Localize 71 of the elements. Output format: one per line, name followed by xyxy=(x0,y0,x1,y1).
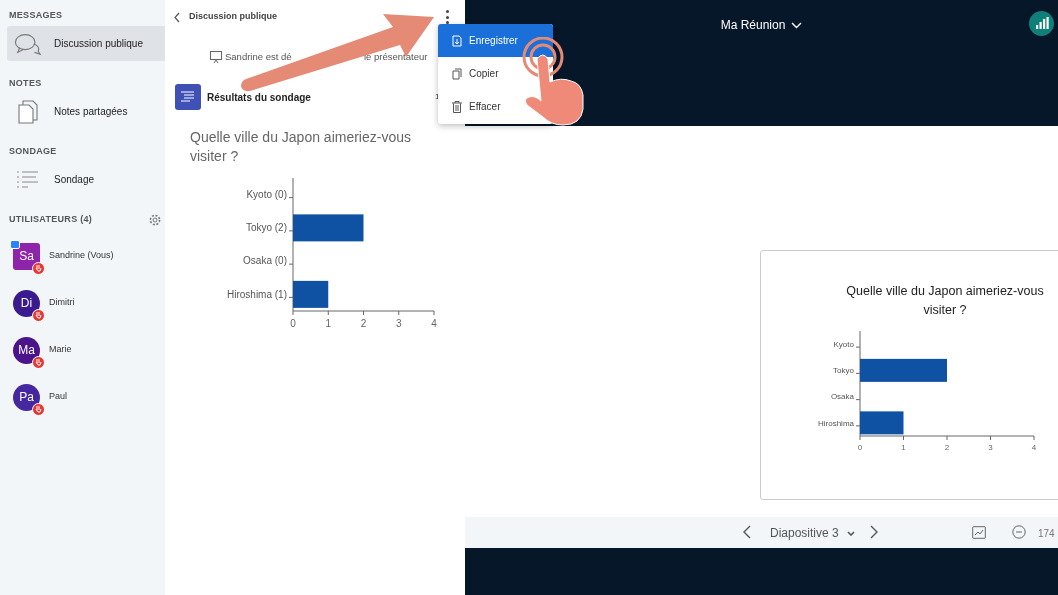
category-label: Kyoto xyxy=(833,339,854,349)
chevron-right-icon xyxy=(870,525,878,539)
tick-label: 4 xyxy=(431,318,437,329)
presentation-screen-icon xyxy=(210,51,222,63)
category-label: Osaka xyxy=(830,392,854,402)
tick-label: 1 xyxy=(325,318,332,329)
user-name[interactable]: Paul xyxy=(49,390,67,404)
section-heading: MESSAGES xyxy=(8,9,64,22)
sidebar-item[interactable]: Sondage xyxy=(7,162,165,197)
user-name[interactable]: Marie xyxy=(49,343,72,357)
chevron-left-icon xyxy=(174,11,180,23)
chevron-left-icon xyxy=(743,525,751,539)
section-heading: NOTES xyxy=(8,77,43,90)
chevron-down-icon xyxy=(791,21,803,29)
tick-label: 3 xyxy=(988,443,993,452)
sidebar-item[interactable]: Notes partagées xyxy=(7,94,165,129)
zoom-out-icon[interactable] xyxy=(1012,525,1026,539)
connection-status-icon[interactable] xyxy=(1029,11,1054,36)
list-icon xyxy=(17,169,39,190)
tick-label: 1 xyxy=(901,443,906,452)
sidebar-item[interactable]: Discussion publique xyxy=(7,26,165,61)
category-label: Hiroshima (1) xyxy=(227,288,287,300)
tick-label: 2 xyxy=(360,318,367,329)
section-heading: SONDAGE xyxy=(8,145,58,158)
category-label: Tokyo (2) xyxy=(245,222,287,234)
back-button[interactable]: Discussion publique xyxy=(174,10,277,24)
category-label: Hiroshima xyxy=(818,418,854,428)
poll-icon xyxy=(175,84,201,110)
category-label: Kyoto (0) xyxy=(246,188,287,200)
user-avatar[interactable]: Di xyxy=(13,289,40,317)
tick-label: 0 xyxy=(857,443,863,452)
chevron-down-icon xyxy=(846,530,855,536)
muted-status-icon xyxy=(32,308,45,322)
slide-select[interactable]: Diapositive 3 xyxy=(770,524,855,542)
poll-title: Résultats du sondage xyxy=(207,90,312,105)
copy-icon xyxy=(452,67,462,80)
tick-label: 4 xyxy=(1031,443,1037,452)
bar xyxy=(293,214,364,242)
zoom-level: 174 xyxy=(1038,527,1055,541)
system-message: le présentateur xyxy=(364,49,428,64)
system-message: Sandrine est dé xyxy=(225,49,293,64)
trash-icon xyxy=(452,100,462,113)
user-name[interactable]: Dimitri xyxy=(49,296,75,310)
bar xyxy=(860,411,904,435)
poll-question: Quelle ville du Japon aimeriez-vous visiter ? xyxy=(190,128,412,166)
category-label: Osaka (0) xyxy=(243,255,287,267)
tick-label: 0 xyxy=(290,318,296,329)
previous-slide-button[interactable] xyxy=(743,525,751,539)
menu-item[interactable]: Effacer xyxy=(438,90,520,123)
document-icon xyxy=(18,99,38,124)
presenter-icon xyxy=(10,239,20,249)
message-time: 1 xyxy=(435,91,440,103)
menu-item[interactable]: Copier xyxy=(438,57,520,90)
menu-item[interactable]: Enregistrer xyxy=(438,24,553,57)
next-slide-button[interactable] xyxy=(870,525,878,539)
tick-label: 3 xyxy=(395,318,402,329)
save-file-icon xyxy=(452,34,462,47)
tick-label: 2 xyxy=(944,443,950,452)
muted-status-icon xyxy=(32,402,45,416)
section-heading: UTILISATEURS (4) xyxy=(9,213,93,226)
settings-icon[interactable] xyxy=(149,213,161,226)
category-label: Tokyo xyxy=(833,366,854,376)
bar xyxy=(293,280,329,308)
chart-icon[interactable] xyxy=(972,526,986,539)
user-avatar[interactable]: Ma xyxy=(13,336,40,364)
chat-icon xyxy=(14,31,42,56)
user-avatar[interactable]: Pa xyxy=(13,383,40,411)
meeting-title-button[interactable]: Ma Réunion xyxy=(720,16,803,34)
slide-title: Quelle ville du Japon aimeriez-vous visiter ? xyxy=(845,283,1045,319)
user-name[interactable]: Sandrine (Vous) xyxy=(49,249,114,263)
muted-status-icon xyxy=(32,355,45,369)
